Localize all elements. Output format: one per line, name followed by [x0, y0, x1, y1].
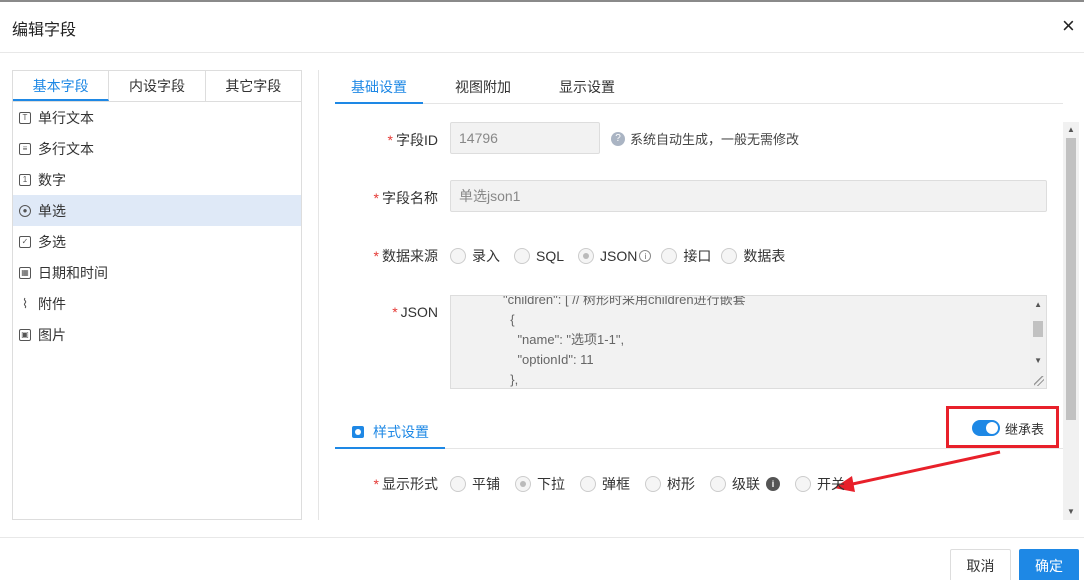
text-icon: T: [19, 111, 31, 124]
display-mode-popup[interactable]: 弹框: [580, 474, 630, 494]
field-type-panel: 基本字段 内设字段 其它字段 T 单行文本 ≡ 多行文本 1 数字 ● 单选 ✓…: [12, 70, 302, 520]
form-scrollbar[interactable]: ▲ ▼: [1063, 122, 1079, 520]
form-scroll-thumb[interactable]: [1066, 138, 1076, 420]
image-icon: ▣: [19, 328, 31, 341]
json-scroll-thumb[interactable]: [1033, 321, 1043, 337]
field-name-label: * 字段名称: [373, 190, 438, 206]
data-source-json[interactable]: JSON i: [578, 248, 652, 264]
json-label: * JSON: [392, 304, 438, 320]
field-id-input[interactable]: 14796: [450, 122, 600, 154]
radio-circle-checked: [578, 248, 595, 264]
inherit-table-toggle[interactable]: [972, 420, 1000, 436]
toggle-knob: [986, 422, 998, 434]
field-type-label: 多行文本: [38, 140, 94, 157]
field-category-tabs: 基本字段 内设字段 其它字段: [13, 71, 301, 102]
field-type-multi-line-text[interactable]: ≡ 多行文本: [13, 133, 301, 164]
field-type-label: 日期和时间: [38, 264, 108, 281]
settings-tabs: 基础设置 视图附加 显示设置: [335, 72, 1063, 104]
calendar-icon: ▦: [19, 266, 31, 279]
display-mode-switch[interactable]: 开关: [795, 474, 845, 494]
display-mode-options: 平铺 下拉 弹框 树形 级联 i 开关: [450, 474, 845, 494]
multiline-text-icon: ≡: [19, 142, 31, 155]
field-type-label: 多选: [38, 233, 66, 250]
tab-display-settings[interactable]: 显示设置: [559, 72, 615, 104]
data-source-sql[interactable]: SQL: [514, 248, 564, 264]
checkbox-icon: ✓: [19, 235, 31, 248]
data-source-options: 录入 SQL JSON i 接口 数据表: [450, 246, 785, 266]
field-type-label: 单行文本: [38, 109, 94, 126]
field-type-single-line-text[interactable]: T 单行文本: [13, 102, 301, 133]
style-section-tab[interactable]: 样式设置: [335, 416, 445, 449]
radio-circle: [661, 248, 678, 264]
top-border: [0, 0, 1084, 2]
footer-divider: [0, 537, 1084, 538]
tab-basic-fields[interactable]: 基本字段: [13, 71, 110, 101]
data-source-label: * 数据来源: [373, 248, 438, 264]
display-mode-dropdown[interactable]: 下拉: [515, 474, 565, 494]
header-divider: [0, 52, 1084, 53]
data-source-table[interactable]: 数据表: [721, 246, 785, 266]
field-type-image[interactable]: ▣ 图片: [13, 319, 301, 350]
tab-basic-settings[interactable]: 基础设置: [335, 72, 423, 104]
field-type-label: 图片: [38, 326, 66, 343]
resize-grip-icon[interactable]: [1034, 376, 1044, 386]
paperclip-icon: ⌇: [21, 296, 29, 311]
field-type-label: 单选: [38, 202, 66, 219]
field-type-attachment[interactable]: ⌇ 附件: [13, 288, 301, 319]
scroll-down-icon[interactable]: ▼: [1034, 356, 1042, 365]
radio-circle: [450, 476, 466, 492]
radio-circle: [710, 476, 726, 492]
radio-circle: [721, 248, 738, 264]
field-name-input[interactable]: 单选json1: [450, 180, 1047, 212]
scroll-up-icon[interactable]: ▲: [1034, 300, 1042, 309]
field-id-label: * 字段ID: [387, 132, 438, 148]
radio-circle: [645, 476, 661, 492]
cancel-button[interactable]: 取消: [950, 549, 1011, 580]
json-scrollbar[interactable]: ▲ ▼: [1030, 296, 1046, 388]
field-type-multi-choice[interactable]: ✓ 多选: [13, 226, 301, 257]
inherit-table-label: 继承表: [1005, 422, 1045, 437]
scroll-down-icon[interactable]: ▼: [1067, 507, 1075, 516]
tab-other-fields[interactable]: 其它字段: [206, 71, 301, 101]
dialog-title: 编辑字段: [12, 22, 77, 39]
info-icon: i: [766, 477, 780, 491]
info-icon: i: [639, 250, 652, 262]
number-icon: 1: [19, 173, 31, 186]
field-type-label: 数字: [38, 171, 66, 188]
field-type-single-choice[interactable]: ● 单选: [13, 195, 301, 226]
radio-circle-checked: [515, 476, 531, 492]
field-type-datetime[interactable]: ▦ 日期和时间: [13, 257, 301, 288]
data-source-manual[interactable]: 录入: [450, 246, 500, 266]
radio-circle: [795, 476, 811, 492]
field-type-label: 附件: [38, 295, 66, 312]
tab-view-extra[interactable]: 视图附加: [455, 72, 511, 104]
json-code: "children": [ // 树形时采用children进行嵌套 { "na…: [503, 295, 746, 387]
question-icon: ?: [611, 131, 625, 146]
data-source-api[interactable]: 接口: [661, 246, 711, 266]
radio-circle: [580, 476, 596, 492]
close-icon[interactable]: ×: [1062, 15, 1075, 37]
display-mode-tile[interactable]: 平铺: [450, 474, 500, 494]
display-mode-cascade[interactable]: 级联 i: [710, 474, 780, 494]
display-mode-tree[interactable]: 树形: [645, 474, 695, 494]
annotation-arrow-icon: [834, 450, 1001, 492]
gear-icon: [352, 425, 364, 438]
radio-icon: ●: [19, 204, 31, 217]
scroll-up-icon[interactable]: ▲: [1067, 125, 1075, 134]
radio-circle: [514, 248, 530, 264]
display-mode-label: * 显示形式: [373, 476, 438, 492]
tab-builtin-fields[interactable]: 内设字段: [109, 71, 206, 101]
json-textarea[interactable]: "children": [ // 树形时采用children进行嵌套 { "na…: [450, 295, 1047, 389]
confirm-button[interactable]: 确定: [1019, 549, 1079, 580]
panel-divider: [318, 70, 319, 520]
field-type-number[interactable]: 1 数字: [13, 164, 301, 195]
radio-circle: [450, 248, 466, 264]
field-id-help: ? 系统自动生成，一般无需修改: [611, 129, 799, 148]
